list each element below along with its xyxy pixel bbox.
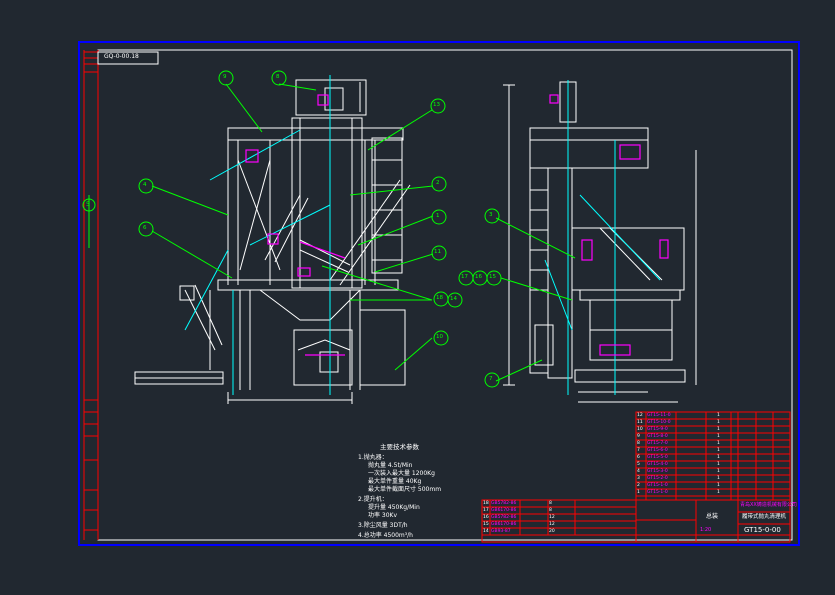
notes-item1-line1: 抛丸量 4.5t/Min <box>368 462 413 469</box>
bom-row: 6 GT15-5-0 1 <box>637 455 720 460</box>
balloon-17: 17 <box>461 274 468 280</box>
binding-strip <box>83 50 99 540</box>
bom-row: 15 GB6170-86 12 <box>483 522 555 527</box>
title-block-scale: 1:20 <box>700 527 712 533</box>
title-block-name: 履带式抛丸清理机 <box>742 514 787 520</box>
notes-title: 主要技术参数 <box>380 443 419 451</box>
bom-row: 16 GB5782-86 12 <box>483 515 555 520</box>
balloon-3: 3 <box>489 212 493 218</box>
title-block-company: 青岛XX铸造机械有限公司 <box>740 502 797 508</box>
balloon-10: 10 <box>436 334 443 340</box>
balloon-8: 8 <box>276 74 280 80</box>
bom-row: 7 GT15-6-0 1 <box>637 448 720 453</box>
notes-item1-line4: 最大单件截面尺寸 500mm <box>368 486 442 493</box>
balloon-7: 7 <box>489 376 493 382</box>
side-view-centerlines <box>544 80 661 395</box>
balloon-15: 15 <box>489 274 496 280</box>
notes-item1-line2: 一次装入最大量 1200Kg <box>368 470 435 477</box>
balloon-4: 4 <box>143 182 147 188</box>
bom-row: 17 GB6170-86 8 <box>483 508 552 513</box>
balloon-9: 9 <box>223 74 227 80</box>
bom-row: 9 GT15-8-0 1 <box>637 434 720 439</box>
balloon-2: 2 <box>436 180 440 186</box>
balloon-18: 18 <box>436 295 443 301</box>
notes-item2-line2: 功率 30Kv <box>368 512 398 519</box>
bom-row: 8 GT15-7-0 1 <box>637 441 720 446</box>
title-block-drawing-number: GT15-0-00 <box>744 526 781 534</box>
bom-row: 18 GB5782-86 8 <box>483 501 552 506</box>
title-block-material: 总装 <box>706 513 719 520</box>
balloon-14: 14 <box>450 296 457 302</box>
balloon-6: 6 <box>143 225 147 231</box>
side-balloon-label: 5 <box>86 201 90 208</box>
bom-row: 2 GT15-1-0 1 <box>637 483 720 488</box>
front-view <box>134 79 411 404</box>
bom-right: 12 GT15-11-0 1 11 GT15-10-0 1 10 GT15-9-0 1 9G… <box>637 412 789 496</box>
bom-row: 10 GT15-9-0 1 <box>637 427 720 432</box>
notes-item1-header: 1.抛丸器： <box>358 454 388 461</box>
bom-row: 4 GT15-3-0 1 <box>637 469 720 474</box>
balloon-16: 16 <box>475 274 482 280</box>
bom-left: 18 GB5782-86 8 17 GB6170-86 8 16 GB5782-86 12 … <box>483 500 635 535</box>
notes-item4: 4.总功率 4500m³/h <box>358 532 413 539</box>
bom-row: 1 GT15-1-0 1 <box>637 490 720 495</box>
bom-row: 3 GT15-2-0 1 <box>637 476 720 481</box>
technical-notes: 主要技术参数 1.抛丸器： 抛丸量 4.5t/Min 一次装入最大量 1200K… <box>358 443 441 540</box>
bom-row: 12 GT15-11-0 1 <box>637 413 720 418</box>
bom-row: 5 GT15-4-0 1 <box>637 462 720 467</box>
bom-row: 11 GT15-10-0 1 <box>637 420 720 425</box>
balloon-11: 11 <box>434 249 441 255</box>
front-view-centerlines <box>184 75 331 395</box>
notes-item2-header: 2.提升机： <box>358 496 388 503</box>
drawing-code-top: GQ-0-00.18 <box>104 53 139 60</box>
balloon-13: 13 <box>433 102 440 108</box>
notes-item1-line3: 最大单件重量 40Kg <box>368 478 422 485</box>
bom-row: 14 GB93-87 20 <box>483 529 555 534</box>
notes-item2-line1: 提升量 450Kg/Min <box>368 504 420 511</box>
notes-item3: 3.除尘风量 3DT/h <box>358 522 408 529</box>
balloon-1: 1 <box>436 213 440 219</box>
